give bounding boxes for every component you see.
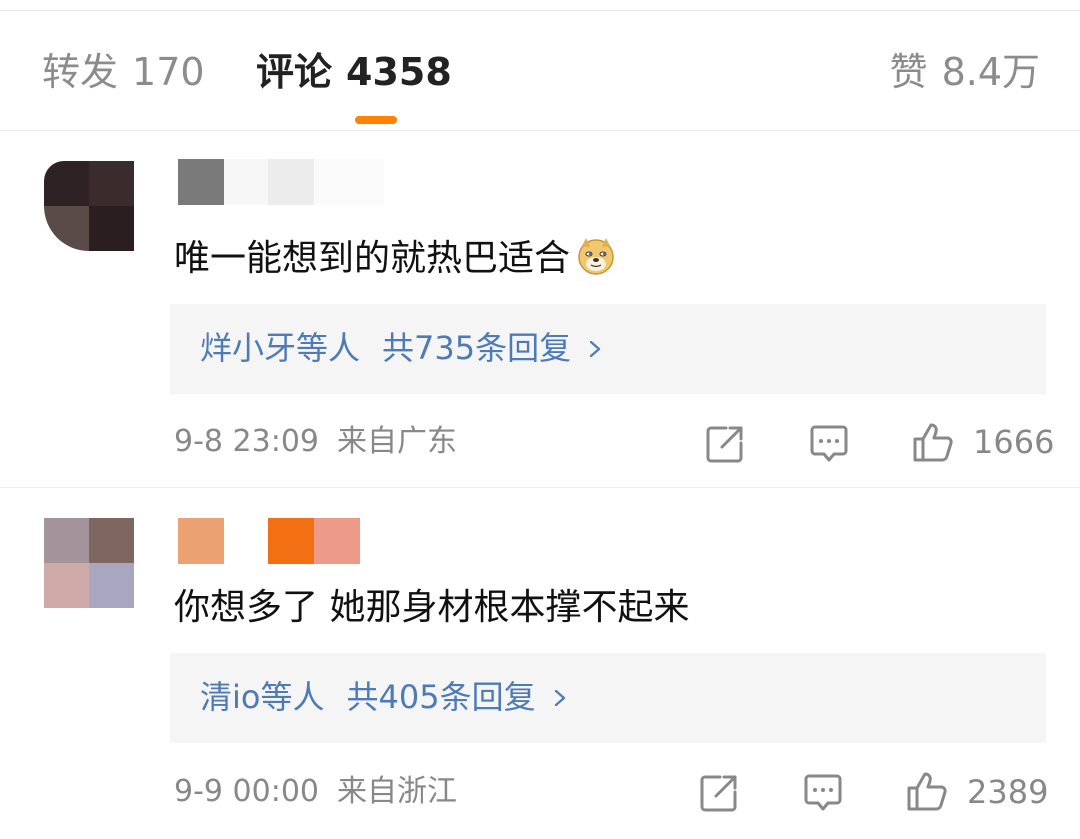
comment-location: 来自广东 — [337, 424, 457, 459]
share-icon[interactable] — [704, 423, 746, 465]
comment-icon[interactable] — [808, 423, 850, 465]
chevron-right-icon — [590, 341, 601, 357]
tab-comments-label: 评论 — [256, 50, 333, 94]
username-pixelated[interactable] — [178, 159, 384, 205]
tab-bar: 转发 170 评论 4358 赞 8.4万 — [0, 12, 1080, 131]
tab-likes-count: 8.4万 — [941, 50, 1040, 94]
comment-location: 来自浙江 — [337, 774, 457, 809]
reply-users[interactable]: 烊小牙 — [200, 329, 296, 367]
top-divider — [0, 0, 1080, 11]
tab-likes-label: 赞 — [889, 50, 928, 94]
reply-count-link[interactable]: 共405条回复 — [347, 678, 536, 716]
reply-users[interactable]: 清io — [200, 678, 260, 716]
comment-text: 你想多了 她那身材根本撑不起来 — [174, 587, 690, 628]
doge-icon — [578, 238, 614, 275]
tab-likes[interactable]: 赞 8.4万 — [890, 50, 1040, 94]
tab-comments-count: 4358 — [346, 50, 452, 94]
comment-text: 唯一能想到的就热巴适合 — [174, 235, 616, 283]
like-count: 1666 — [973, 423, 1055, 461]
chevron-right-icon — [554, 690, 565, 706]
comment-meta: 9-9 00:00 来自浙江 — [174, 772, 457, 812]
replies-box[interactable]: 烊小牙等人 共735条回复 — [170, 304, 1046, 394]
comment-date: 9-9 00:00 — [174, 774, 319, 809]
reply-suffix: 等人 — [296, 329, 361, 367]
like-count: 2389 — [967, 773, 1049, 811]
reply-count-link[interactable]: 共735条回复 — [382, 329, 571, 367]
avatar[interactable] — [44, 518, 134, 608]
active-tab-indicator — [355, 116, 397, 124]
comment-item: 你想多了 她那身材根本撑不起来 清io等人 共405条回复 9-9 00:00 来自… — [0, 488, 1080, 839]
thumbs-up-icon[interactable] — [912, 421, 954, 463]
comment-item: 唯一能想到的就热巴适合 烊小牙等人 共735条回复 9-8 23:09 来自广东 1… — [0, 131, 1080, 488]
share-icon[interactable] — [698, 772, 740, 814]
comment-meta: 9-8 23:09 来自广东 — [174, 422, 457, 462]
thumbs-up-icon[interactable] — [906, 770, 948, 812]
tab-repost-count: 170 — [132, 50, 205, 94]
replies-box[interactable]: 清io等人 共405条回复 — [170, 653, 1046, 743]
comment-date: 9-8 23:09 — [174, 424, 319, 459]
tab-repost[interactable]: 转发 170 — [42, 50, 205, 94]
comment-text-content: 唯一能想到的就热巴适合 — [174, 238, 571, 279]
tab-repost-label: 转发 — [42, 50, 119, 94]
reply-suffix: 等人 — [260, 678, 325, 716]
comment-icon[interactable] — [802, 772, 844, 814]
tab-comments[interactable]: 评论 4358 — [256, 50, 452, 94]
avatar[interactable] — [44, 161, 134, 251]
username-pixelated[interactable] — [178, 518, 360, 564]
